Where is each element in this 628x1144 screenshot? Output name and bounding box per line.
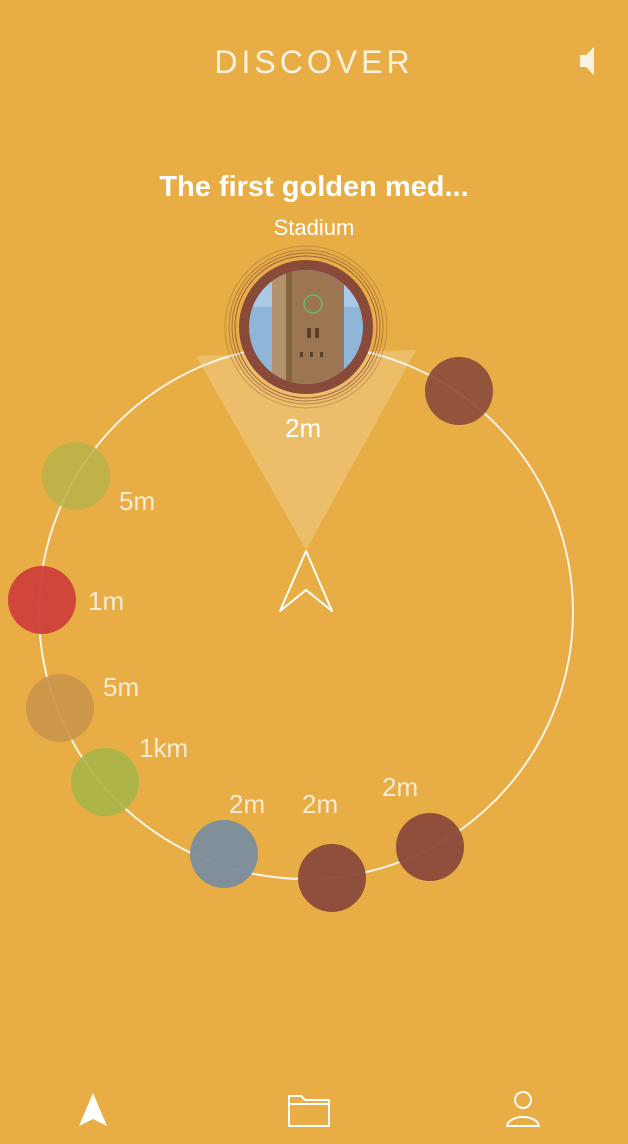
poi-marker[interactable]	[8, 566, 76, 634]
poi-marker[interactable]	[71, 748, 139, 816]
user-icon[interactable]	[501, 1088, 545, 1132]
poi-marker[interactable]	[190, 820, 258, 888]
poi-distance: 1m	[88, 586, 125, 616]
user-location-icon	[279, 550, 333, 612]
navigation-arrow-icon[interactable]	[71, 1088, 115, 1132]
poi-marker[interactable]	[42, 442, 110, 510]
poi-marker[interactable]	[396, 813, 464, 881]
folder-icon[interactable]	[287, 1088, 331, 1132]
poi-marker[interactable]	[298, 844, 366, 912]
poi-distance: 2m	[302, 789, 339, 819]
poi-marker[interactable]	[425, 357, 493, 425]
poi-distance: 5m	[119, 486, 156, 516]
poi-distance: 1km	[139, 733, 189, 763]
poi-distance: 2m	[229, 789, 266, 819]
poi-marker[interactable]	[26, 674, 94, 742]
poi-distance: 2m	[382, 772, 419, 802]
radar-view	[8, 245, 574, 912]
featured-poi-distance: 2m	[285, 413, 322, 443]
poi-distance: 5m	[103, 672, 140, 702]
